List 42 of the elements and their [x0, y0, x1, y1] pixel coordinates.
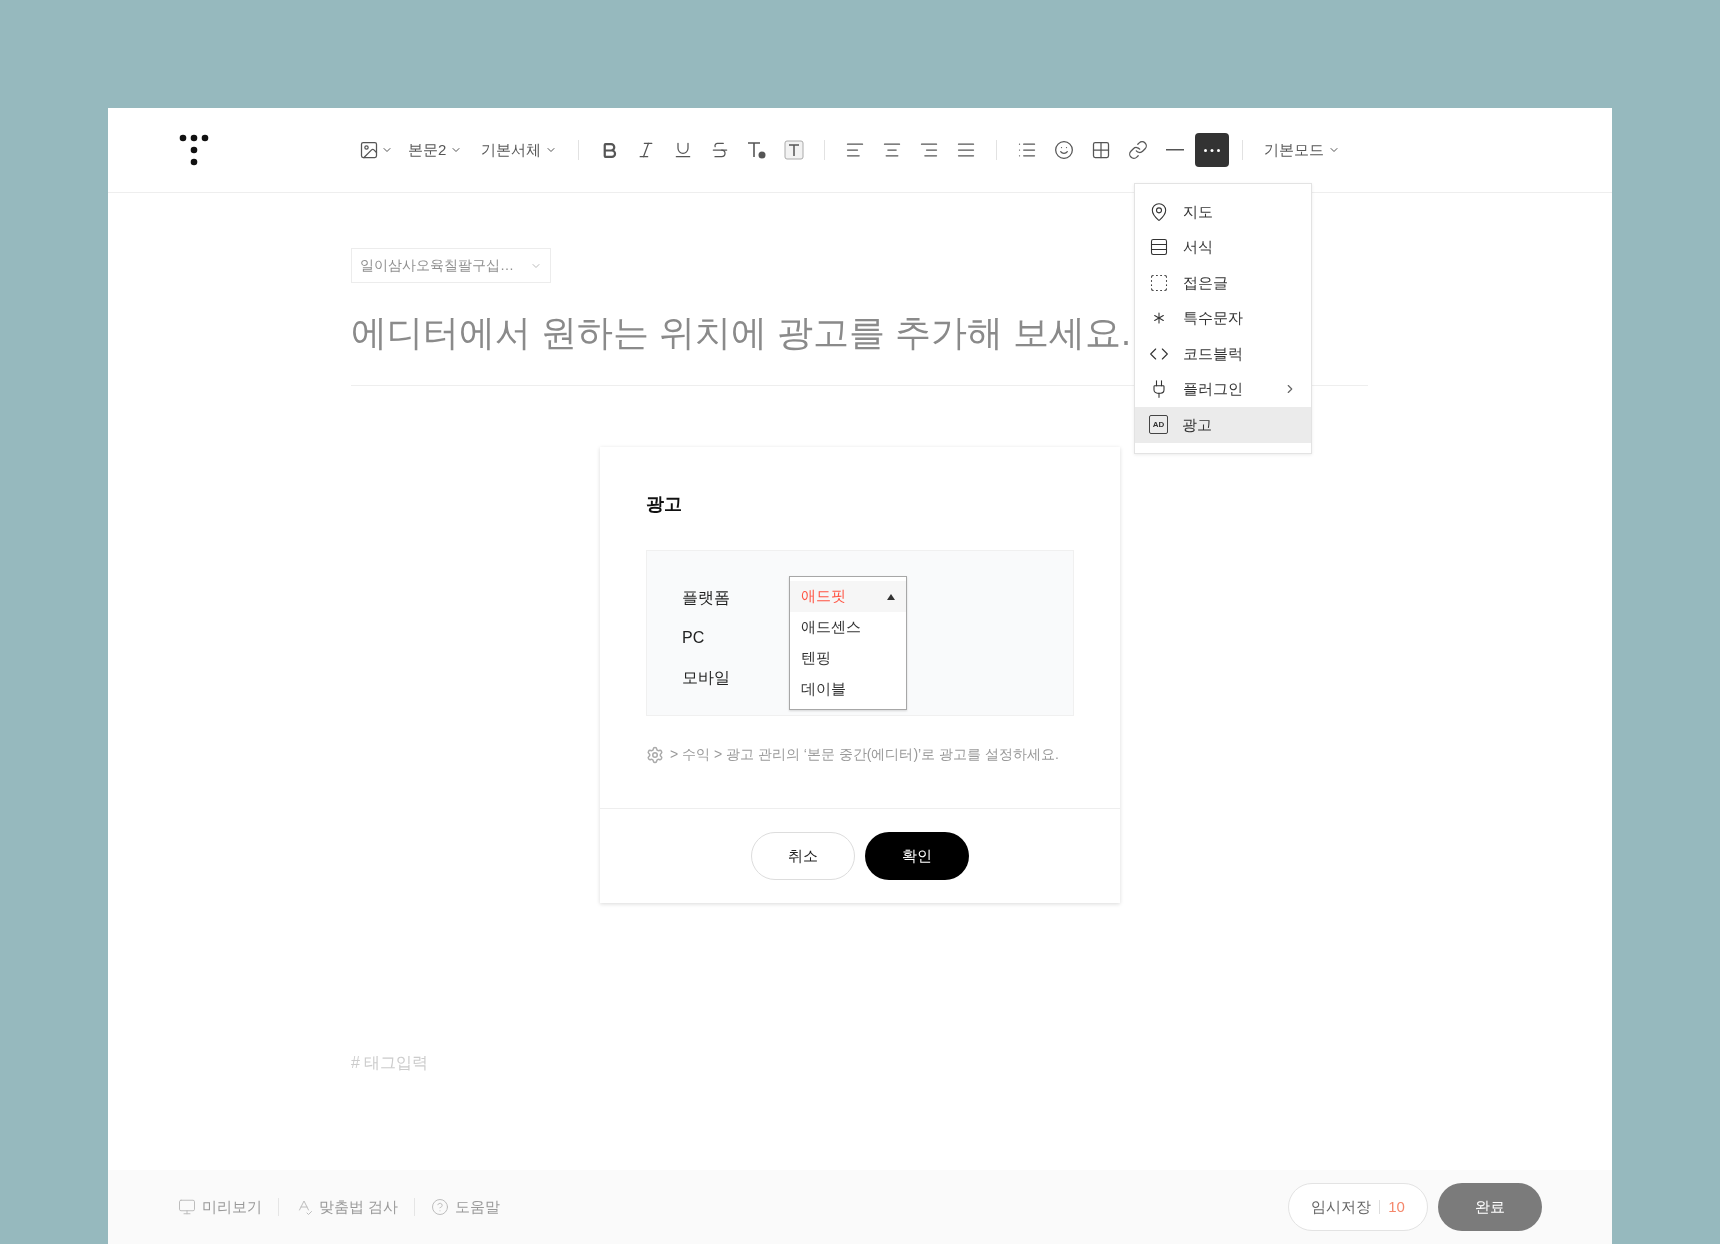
dropdown-option[interactable]: 데이블: [790, 674, 906, 705]
emoji-icon: [1054, 140, 1075, 160]
more-icon: [1204, 148, 1221, 152]
confirm-button[interactable]: 확인: [865, 832, 969, 880]
table-icon: [1091, 140, 1112, 160]
text-background-icon: [784, 140, 805, 160]
save-draft-label: 임시저장: [1311, 1196, 1372, 1217]
menu-item[interactable]: 플러그인: [1135, 371, 1311, 407]
preview-icon: [178, 1198, 196, 1216]
done-button[interactable]: 완료: [1438, 1183, 1542, 1231]
image-icon: [359, 140, 379, 160]
dropdown-option[interactable]: 애드센스: [790, 612, 906, 643]
hint-text: > 수익 > 광고 관리의 ‘본문 중간(에디터)’로 광고를 설정하세요.: [670, 745, 1059, 764]
cancel-button[interactable]: 취소: [751, 832, 855, 880]
toolbar-dropdown[interactable]: 기본서체: [473, 133, 566, 167]
save-draft-button[interactable]: 임시저장 10: [1288, 1183, 1428, 1231]
dialog-title: 광고: [646, 493, 683, 516]
toolbar-dropdown[interactable]: 본문2: [400, 133, 471, 167]
settings-icon: [646, 745, 664, 764]
link-icon: [1128, 140, 1149, 160]
field-label: 모바일: [682, 668, 731, 688]
toolbar-dropdown[interactable]: 기본모드: [1256, 133, 1349, 167]
menu-item[interactable]: 서식: [1135, 229, 1311, 265]
dropdown-option[interactable]: 텐핑: [790, 643, 906, 674]
fold-icon: [1149, 272, 1169, 293]
caret-up-icon: [887, 593, 895, 600]
menu-item[interactable]: 지도: [1135, 194, 1311, 230]
menu-item[interactable]: AD 광고: [1135, 407, 1311, 443]
help-icon: [431, 1198, 450, 1216]
map-icon: [1149, 201, 1169, 222]
menu-item[interactable]: 특수문자: [1135, 300, 1311, 336]
template-icon: [1149, 237, 1169, 258]
more-button[interactable]: [1195, 133, 1230, 167]
menu-item[interactable]: 접은글: [1135, 265, 1311, 301]
menu-item[interactable]: 코드블럭: [1135, 336, 1311, 372]
field-label: 플랫폼: [682, 588, 731, 608]
field-label: PC: [682, 628, 706, 648]
draft-count: 10: [1388, 1196, 1405, 1217]
ad-icon: AD: [1149, 415, 1168, 435]
logo-icon: [178, 134, 210, 166]
platform-dropdown[interactable]: 애드핏 애드센스 텐핑 데이블: [789, 576, 907, 710]
horizontal-rule-icon: [1166, 149, 1185, 151]
